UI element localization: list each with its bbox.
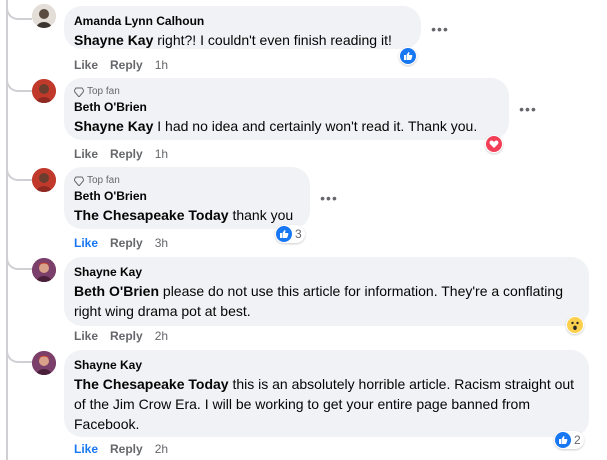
diamond-icon — [74, 87, 84, 97]
timestamp[interactable]: 1h — [155, 147, 168, 161]
reaction-summary[interactable]: 3 — [275, 225, 305, 243]
avatar[interactable] — [32, 258, 56, 282]
comment-bubble: Top fan Beth O'Brien Shayne Kay I had no… — [64, 78, 509, 140]
comment-text: The Chesapeake Today this is an absolute… — [74, 376, 575, 432]
more-options-icon[interactable]: ••• — [317, 186, 341, 210]
more-options-icon[interactable]: ••• — [428, 17, 452, 41]
comment-text: Shayne Kay I had no idea and certainly w… — [74, 118, 478, 134]
like-reaction-icon — [555, 432, 571, 448]
like-button[interactable]: Like — [74, 58, 98, 72]
comment-author[interactable]: Beth O'Brien — [74, 99, 497, 115]
timestamp[interactable]: 1h — [155, 58, 168, 72]
thread-connector — [6, 161, 32, 181]
avatar[interactable] — [32, 79, 56, 103]
reply-button[interactable]: Reply — [110, 236, 143, 250]
comment-actions: Like Reply 1h — [74, 147, 168, 161]
thread-connector — [6, 343, 32, 363]
comment-text: Shayne Kay right?! I couldn't even finis… — [74, 32, 392, 48]
like-reaction-icon — [276, 226, 292, 242]
comment-actions: Like Reply 2h — [74, 329, 168, 343]
mention-link[interactable]: The Chesapeake Today — [74, 207, 229, 223]
comment-author[interactable]: Shayne Kay — [74, 357, 577, 373]
comment-author[interactable]: Beth O'Brien — [74, 188, 298, 204]
timestamp[interactable]: 2h — [155, 329, 168, 343]
timestamp[interactable]: 2h — [155, 442, 168, 456]
more-options-icon[interactable]: ••• — [516, 97, 540, 121]
comment-text: The Chesapeake Today thank you — [74, 207, 294, 223]
reply-button[interactable]: Reply — [110, 147, 143, 161]
comment-bubble: Shayne Kay Beth O'Brien please do not us… — [64, 257, 589, 326]
love-reaction-icon — [486, 136, 502, 152]
like-reaction-icon — [400, 48, 416, 64]
reaction-count: 2 — [574, 433, 581, 447]
timestamp[interactable]: 3h — [155, 236, 168, 250]
thread-connector — [6, 72, 32, 92]
comment-bubble: Top fan Beth O'Brien The Chesapeake Toda… — [64, 167, 310, 229]
comment-bubble: Shayne Kay The Chesapeake Today this is … — [64, 350, 589, 437]
reaction-summary[interactable]: 2 — [554, 431, 584, 449]
reaction-summary[interactable] — [566, 316, 584, 334]
reply-button[interactable]: Reply — [110, 329, 143, 343]
mention-link[interactable]: The Chesapeake Today — [74, 376, 229, 392]
mention-link[interactable]: Beth O'Brien — [74, 283, 159, 299]
mention-link[interactable]: Shayne Kay — [74, 32, 153, 48]
comment-author[interactable]: Shayne Kay — [74, 264, 577, 280]
reply-button[interactable]: Reply — [110, 58, 143, 72]
comment-actions: Like Reply 1h — [74, 58, 168, 72]
avatar[interactable] — [32, 168, 56, 192]
top-fan-badge: Top fan — [74, 174, 298, 188]
like-button[interactable]: Like — [74, 329, 98, 343]
thread-connector — [6, 250, 32, 270]
thread-line — [6, 0, 8, 460]
comment-actions: Like Reply 2h — [74, 442, 168, 456]
reply-button[interactable]: Reply — [110, 442, 143, 456]
like-button[interactable]: Like — [74, 442, 98, 456]
avatar[interactable] — [32, 4, 56, 28]
reaction-count: 3 — [295, 227, 302, 241]
reaction-summary[interactable] — [485, 135, 503, 153]
reaction-summary[interactable] — [399, 47, 417, 65]
top-fan-badge: Top fan — [74, 85, 497, 99]
avatar[interactable] — [32, 351, 56, 375]
diamond-icon — [74, 176, 84, 186]
like-button[interactable]: Like — [74, 236, 98, 250]
like-button[interactable]: Like — [74, 147, 98, 161]
comment-author[interactable]: Amanda Lynn Calhoun — [74, 13, 409, 29]
thread-connector — [6, 0, 32, 20]
mention-link[interactable]: Shayne Kay — [74, 118, 153, 134]
comment-text: Beth O'Brien please do not use this arti… — [74, 283, 563, 319]
wow-reaction-icon — [567, 317, 583, 333]
comment-actions: Like Reply 3h — [74, 236, 168, 250]
comment-bubble: Amanda Lynn Calhoun Shayne Kay right?! I… — [64, 6, 421, 49]
